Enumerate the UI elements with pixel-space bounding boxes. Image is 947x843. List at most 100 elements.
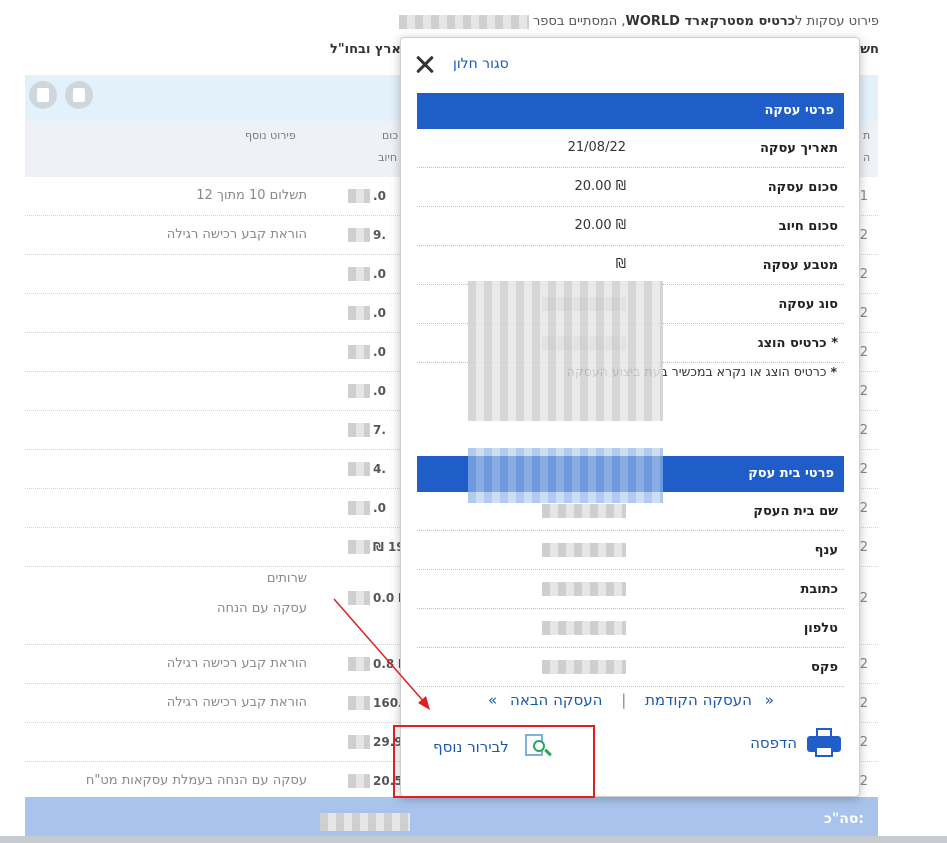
redacted-amount <box>348 657 370 671</box>
redacted-value <box>542 660 626 674</box>
header-date: ת <box>863 129 871 142</box>
row-date: 2 <box>859 657 868 672</box>
redacted-amount <box>348 384 370 398</box>
print-button[interactable]: הדפסה <box>731 728 841 762</box>
business-label: טלפון <box>803 621 838 636</box>
close-icon[interactable] <box>413 52 439 78</box>
printer-icon <box>807 728 841 758</box>
redacted-amount <box>348 267 370 281</box>
transaction-label: * כרטיס הוצג <box>757 336 838 351</box>
intro-post: , המסתיים בספר <box>532 14 626 29</box>
row-date: 2 <box>859 540 868 555</box>
row-extra: שרותים <box>266 571 307 586</box>
print-icon[interactable] <box>29 81 57 109</box>
header-date-2: ה <box>863 151 871 164</box>
redacted-value <box>542 621 626 635</box>
prev-transaction-arrow[interactable]: « <box>765 691 774 709</box>
row-amount: 0. <box>373 267 386 281</box>
transaction-label: סכום עסקה <box>767 180 838 195</box>
redacted-amount <box>348 189 370 203</box>
close-window-link[interactable]: סגור חלון <box>453 56 509 72</box>
business-label: כתובת <box>800 582 838 597</box>
row-date: 2 <box>859 462 868 477</box>
row-date: 2 <box>859 228 868 243</box>
row-amount: .9 <box>373 228 386 242</box>
business-row: כתובת <box>417 570 844 609</box>
redacted-amount <box>348 774 370 788</box>
row-date: 2 <box>859 306 868 321</box>
transaction-row: מטבע עסקה ₪ <box>417 246 844 285</box>
next-transaction-arrow[interactable]: » <box>488 691 497 709</box>
transaction-label: סוג עסקה <box>778 297 838 312</box>
intro-subtext-end: ארץ ובחו"ל <box>330 42 401 57</box>
row-amount: .4 <box>373 462 386 476</box>
header-extra: פירוט נוסף <box>245 129 296 142</box>
transaction-value: ₪ <box>615 257 626 272</box>
transaction-label: סכום חיוב <box>778 219 838 234</box>
redacted-amount <box>348 306 370 320</box>
nav-separator: | <box>621 691 627 709</box>
row-amount: 0. <box>373 345 386 359</box>
redacted-amount <box>348 345 370 359</box>
row-amount: 0. <box>373 501 386 515</box>
redacted-block <box>468 281 663 421</box>
row-date: 2 <box>859 267 868 282</box>
intro-pre: פירוט עסקות ל <box>795 14 879 29</box>
redacted-value <box>542 543 626 557</box>
redacted-amount <box>348 591 370 605</box>
row-extra: תשלום 10 מתוך 12 <box>196 188 307 203</box>
redacted-value <box>542 504 626 518</box>
total-label: סה"כ: <box>824 811 864 827</box>
row-extra: הוראת קבע רכישה רגילה <box>166 656 307 671</box>
header-amount: כום <box>382 129 399 142</box>
footer-line <box>0 836 947 843</box>
redacted-amount <box>348 423 370 437</box>
row-date: 2 <box>859 735 868 750</box>
business-label: ענף <box>814 543 838 558</box>
redacted-text <box>398 14 529 29</box>
row-date: 2 <box>859 345 868 360</box>
row-amount: .7 <box>373 423 386 437</box>
transaction-value: 20.00 ₪ <box>574 179 626 194</box>
card-name: כרטיס מסטרקארד WORLD <box>625 14 796 29</box>
row-date: 2 <box>859 423 868 438</box>
row-extra: עסקה עם הנחה בעמלת עסקאות מט"ח <box>85 773 307 788</box>
transaction-details-modal: סגור חלון פרטי עסקה תאריך עסקה 21/08/22 סכ… <box>400 37 860 797</box>
business-label: פקס <box>811 660 838 675</box>
prev-transaction-link[interactable]: העסקה הקודמת <box>645 691 752 709</box>
intro-sub-prefix: חש <box>860 42 879 57</box>
print-label: הדפסה <box>750 734 797 752</box>
row-amount: 0. <box>373 189 386 203</box>
row-amount: 0. <box>373 384 386 398</box>
redacted-amount <box>348 462 370 476</box>
transaction-label: תאריך עסקה <box>759 141 838 156</box>
highlight-box <box>393 725 595 798</box>
redacted-total <box>320 813 410 831</box>
row-date: 2 <box>859 384 868 399</box>
business-label: שם בית העסק <box>753 504 838 519</box>
redacted-amount <box>348 696 370 710</box>
transaction-row: סכום חיוב 20.00 ₪ <box>417 207 844 246</box>
redacted-amount <box>348 228 370 242</box>
transaction-navigation: « העסקה הקודמת | העסקה הבאה » <box>401 691 861 709</box>
row-date: 2 <box>859 591 868 606</box>
redacted-amount <box>348 540 370 554</box>
row-extra: הוראת קבע רכישה רגילה <box>166 227 307 242</box>
transaction-value: 21/08/22 <box>567 140 626 155</box>
business-row: פקס <box>417 648 844 687</box>
redacted-amount <box>348 735 370 749</box>
business-row: ענף <box>417 531 844 570</box>
row-extra: הוראת קבע רכישה רגילה <box>166 695 307 710</box>
business-row: שם בית העסק <box>417 492 844 531</box>
header-amount-2: חיוב <box>378 151 398 164</box>
excel-export-icon[interactable] <box>65 81 93 109</box>
intro-text: פירוט עסקות לכרטיס מסטרקארד WORLD, המסתי… <box>398 14 879 29</box>
transaction-row: תאריך עסקה 21/08/22 <box>417 129 844 168</box>
row-extra-2: עסקה עם הנחה <box>216 601 307 616</box>
transaction-label: מטבע עסקה <box>762 258 838 273</box>
row-date: 2 <box>859 501 868 516</box>
business-row: טלפון <box>417 609 844 648</box>
next-transaction-link[interactable]: העסקה הבאה <box>510 691 602 709</box>
redacted-value <box>542 582 626 596</box>
note-star: * <box>830 364 837 379</box>
